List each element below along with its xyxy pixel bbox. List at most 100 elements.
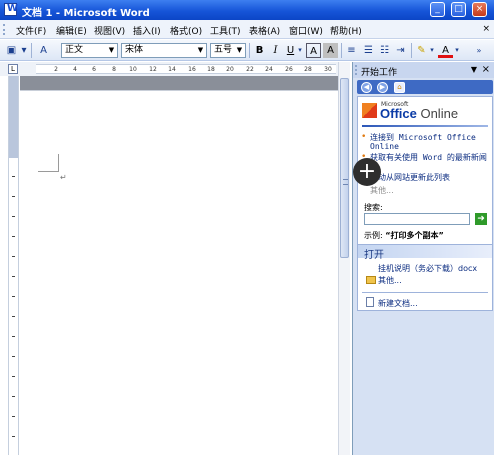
indent-icon[interactable]: ⇥ <box>393 43 408 58</box>
menu-edit[interactable]: 编辑(E) <box>56 24 87 37</box>
add-circle-icon[interactable]: + <box>353 158 381 186</box>
task-pane-nav: ◀ ▶ ⌂ <box>357 80 493 94</box>
open-more-link[interactable]: 其他... <box>378 275 402 286</box>
char-border-button[interactable]: A <box>306 43 321 58</box>
link-connect-office-online[interactable]: • 连接到 Microsoft Office Online <box>361 133 490 152</box>
ruler-number: 6 <box>92 66 96 73</box>
task-pane-close-icon[interactable]: × <box>482 64 490 75</box>
word-app-icon[interactable] <box>4 3 18 16</box>
horizontal-ruler[interactable]: 2 4 6 8 10 12 14 16 18 20 22 24 26 28 30 <box>36 64 336 74</box>
underline-dropdown-icon[interactable]: ▾ <box>296 43 304 58</box>
font-color-dropdown-icon[interactable]: ▾ <box>453 43 461 58</box>
toolbar-more-icon[interactable]: » <box>474 43 484 58</box>
chevron-down-icon[interactable]: ▼ <box>234 44 245 57</box>
title-bar: 文档 1 - Microsoft Word _ □ × <box>0 0 494 20</box>
italic-button[interactable]: I <box>268 43 283 58</box>
ruler-number: 20 <box>226 66 234 73</box>
tab-stop-selector[interactable]: L <box>8 64 18 74</box>
toolbar-separator <box>341 43 342 58</box>
toolbar-separator <box>411 43 412 58</box>
vertical-ruler-tick <box>12 396 15 397</box>
toolbar-separator <box>31 43 32 58</box>
highlight-dropdown-icon[interactable]: ▾ <box>428 43 436 58</box>
search-input[interactable] <box>364 213 470 225</box>
ruler-number: 14 <box>168 66 176 73</box>
vertical-ruler-tick <box>12 256 15 257</box>
menu-view[interactable]: 视图(V) <box>94 24 125 37</box>
font-combo[interactable]: 宋体 ▼ <box>121 43 207 58</box>
chevron-down-icon[interactable]: ▼ <box>106 44 117 57</box>
menu-window[interactable]: 窗口(W) <box>289 24 323 37</box>
link-update-label: 自动从网站更新此列表 <box>370 173 450 182</box>
recent-file-link[interactable]: 挂机说明（务必下载）docx <box>378 263 477 274</box>
ruler-number: 18 <box>207 66 215 73</box>
vertical-scrollbar[interactable] <box>338 62 350 455</box>
save-icon[interactable]: ▣ <box>4 43 19 58</box>
menu-insert[interactable]: 插入(I) <box>133 24 161 37</box>
task-pane: 开始工作 ▼ × ◀ ▶ ⌂ Microsoft Office Online •… <box>352 62 494 455</box>
align-justify-icon[interactable]: ≡ <box>344 43 359 58</box>
task-pane-grip[interactable] <box>355 65 357 75</box>
close-window-button[interactable]: × <box>472 2 487 17</box>
vertical-ruler-tick <box>12 196 15 197</box>
formatting-toolbar: ▣ ▾ A 正文 ▼ 宋体 ▼ 五号 ▼ B I U ▾ A A ≡ ☰ ☷ ⇥… <box>0 40 494 61</box>
styles-icon[interactable]: A <box>36 43 51 58</box>
task-pane-menu-icon[interactable]: ▼ <box>471 65 477 74</box>
bullet-icon: • <box>361 132 367 142</box>
char-shading-button[interactable]: A <box>323 43 338 58</box>
ruler-number: 12 <box>149 66 157 73</box>
menu-format[interactable]: 格式(O) <box>170 24 202 37</box>
vertical-ruler-tick <box>12 216 15 217</box>
vertical-ruler-tick <box>12 356 15 357</box>
menu-tools[interactable]: 工具(T) <box>210 24 241 37</box>
numbering-icon[interactable]: ☰ <box>361 43 376 58</box>
search-go-button[interactable]: ➜ <box>475 213 487 225</box>
folder-icon <box>366 276 376 284</box>
vertical-ruler-tick <box>12 176 15 177</box>
toolbar-options-icon[interactable]: ▾ <box>20 43 28 58</box>
task-pane-header: 开始工作 ▼ × <box>353 62 494 78</box>
vertical-ruler-tick <box>12 276 15 277</box>
link-auto-update[interactable]: 自动从网站更新此列表 <box>370 173 490 182</box>
vertical-ruler-tick <box>12 296 15 297</box>
bullets-icon[interactable]: ☷ <box>377 43 392 58</box>
vertical-ruler-tick <box>12 416 15 417</box>
close-document-button[interactable]: × <box>482 24 490 34</box>
home-icon[interactable]: ⌂ <box>394 82 405 93</box>
paragraph-mark: ↵ <box>60 173 67 182</box>
font-color-button[interactable]: A <box>438 43 453 58</box>
menu-file[interactable]: 文件(F) <box>16 24 46 37</box>
link-more[interactable]: 其他... <box>370 186 394 195</box>
bold-button[interactable]: B <box>252 43 267 58</box>
vertical-ruler-tick <box>12 376 15 377</box>
ruler-number: 22 <box>246 66 254 73</box>
forward-icon[interactable]: ▶ <box>377 82 388 93</box>
office-online-brand: Office Online <box>380 106 458 121</box>
style-combo[interactable]: 正文 ▼ <box>61 43 118 58</box>
highlight-icon[interactable]: ✎ <box>414 43 429 58</box>
maximize-button[interactable]: □ <box>451 2 466 17</box>
menu-help[interactable]: 帮助(H) <box>330 24 362 37</box>
vertical-ruler[interactable] <box>8 76 19 455</box>
ruler-number: 4 <box>73 66 77 73</box>
menubar-grip[interactable] <box>3 24 5 35</box>
minimize-button[interactable]: _ <box>430 2 445 17</box>
open-section-header: 打开 <box>358 244 492 261</box>
new-document-link[interactable]: 新建文档... <box>378 298 418 309</box>
example-label: 示例: <box>364 231 383 240</box>
document-page[interactable]: ↵ <box>20 90 338 455</box>
font-combo-value: 宋体 <box>125 45 144 55</box>
ruler-number: 26 <box>285 66 293 73</box>
chevron-down-icon[interactable]: ▼ <box>195 44 206 57</box>
menu-table[interactable]: 表格(A) <box>249 24 280 37</box>
scrollbar-thumb[interactable] <box>340 78 349 258</box>
style-combo-value: 正文 <box>65 45 84 55</box>
link-latest-news[interactable]: • 获取有关使用 Word 的最新新闻 <box>361 153 490 163</box>
task-pane-title: 开始工作 <box>361 68 398 78</box>
font-size-combo[interactable]: 五号 ▼ <box>210 43 246 58</box>
document-area: ↵ <box>20 76 338 455</box>
back-icon[interactable]: ◀ <box>361 82 372 93</box>
task-pane-body: Microsoft Office Online • 连接到 Microsoft … <box>357 96 493 311</box>
ruler-number: 28 <box>304 66 312 73</box>
open-section-divider <box>362 292 488 293</box>
